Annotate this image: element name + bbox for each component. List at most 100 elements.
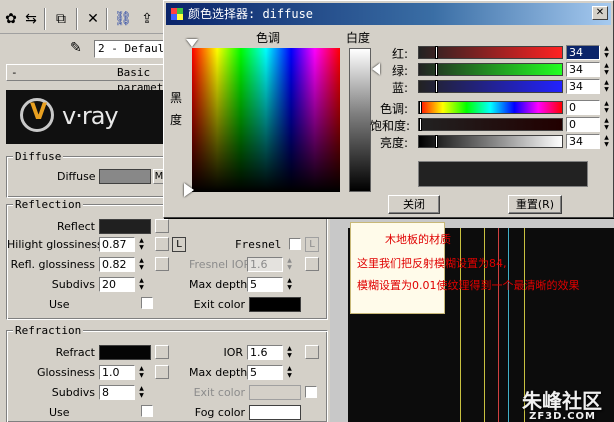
hue-spinner[interactable]: ▲ ▼ (602, 100, 611, 115)
fresnel-lock-button[interactable]: L (305, 237, 319, 252)
saturation-slider-thumb[interactable] (419, 118, 422, 131)
refl-subdivs-spinner[interactable]: ▲ ▼ (137, 277, 146, 292)
hue-blackness-field[interactable] (192, 48, 340, 192)
toolbar-separator (44, 8, 46, 30)
hue-slider[interactable] (418, 101, 563, 114)
hue-input[interactable]: 0 (566, 100, 600, 115)
diffuse-swatch[interactable] (99, 169, 151, 184)
red-input[interactable]: 34 (566, 45, 600, 60)
green-slider[interactable] (418, 63, 563, 76)
refl-exit-color-swatch[interactable] (249, 297, 301, 312)
delete-icon[interactable]: ✕ (84, 10, 102, 28)
refract-map-button[interactable] (155, 345, 169, 359)
fog-color-label: Fog color (194, 406, 245, 419)
green-slider-thumb[interactable] (435, 63, 438, 76)
refl-subdivs-input[interactable]: 20 (99, 277, 135, 292)
material-name-row: ✎ 2 - Default (0, 34, 184, 60)
refr-exit-color-checkbox[interactable] (305, 386, 317, 398)
blue-spinner[interactable]: ▲ ▼ (602, 79, 611, 94)
guide-line (508, 228, 509, 422)
refraction-group: Refraction Refract IOR 1.6 ▲ ▼ Glossiness… (6, 324, 328, 422)
green-label: 绿: (391, 64, 408, 78)
red-slider[interactable] (418, 46, 563, 59)
reflect-swatch[interactable] (99, 219, 151, 234)
refl-map-button[interactable] (155, 257, 169, 271)
fog-color-swatch[interactable] (249, 405, 301, 420)
hilight-map-button[interactable] (155, 237, 169, 251)
vray-logo-banner: V v·ray (6, 90, 164, 144)
close-icon[interactable]: ✕ (592, 6, 608, 20)
value-slider[interactable] (418, 135, 563, 148)
refl-max-depth-label: Max depth (189, 278, 248, 291)
refl-glossiness-input[interactable]: 0.82 (99, 257, 135, 272)
red-slider-thumb[interactable] (435, 46, 438, 59)
refr-subdivs-spinner[interactable]: ▲ ▼ (137, 385, 146, 400)
group-label: Reflection (13, 198, 84, 211)
hilight-glossiness-input[interactable]: 0.87 (99, 237, 135, 252)
put-to-library-icon[interactable]: ⇪ (138, 10, 156, 28)
refr-max-depth-label: Max depth (189, 366, 248, 379)
collapse-icon: - (11, 66, 18, 79)
saturation-slider[interactable] (418, 118, 563, 131)
hue-pointer-icon[interactable] (186, 39, 198, 47)
refract-swatch[interactable] (99, 345, 151, 360)
refr-subdivs-label: Subdivs (51, 386, 95, 399)
blackness-pointer-icon[interactable] (184, 183, 194, 197)
reflect-map-button[interactable] (155, 219, 169, 233)
fresnel-ior-map-button[interactable] (305, 257, 319, 271)
color-picker-dialog: 颜色选择器: diffuse ✕ 色调 白度 黑度 红: 34 ▲ ▼ 绿: 34… (163, 0, 614, 218)
fresnel-ior-input[interactable]: 1.6 (247, 257, 283, 272)
copy-material-icon[interactable]: ⧉ (52, 10, 70, 28)
red-label: 红: (391, 47, 408, 61)
refr-subdivs-input[interactable]: 8 (99, 385, 135, 400)
reflection-group: Reflection Reflect Hilight glossiness 0.… (6, 198, 328, 320)
refl-use-label: Use (49, 298, 70, 311)
color-preview (418, 161, 588, 187)
refl-glossiness-label: Refl. glossiness (10, 258, 95, 271)
refl-glossiness-spinner[interactable]: ▲ ▼ (137, 257, 146, 272)
green-input[interactable]: 34 (566, 62, 600, 77)
refl-max-depth-input[interactable]: 5 (247, 277, 283, 292)
refl-max-depth-spinner[interactable]: ▲ ▼ (285, 277, 294, 292)
hue-slider-thumb[interactable] (419, 101, 422, 114)
saturation-spinner[interactable]: ▲ ▼ (602, 117, 611, 132)
value-slider-thumb[interactable] (435, 135, 438, 148)
fresnel-checkbox[interactable] (289, 238, 301, 250)
ior-input[interactable]: 1.6 (247, 345, 283, 360)
refr-max-depth-input[interactable]: 5 (247, 365, 283, 380)
rollout-header[interactable]: - Basic parameters (6, 64, 183, 94)
get-material-icon[interactable]: ✿ (2, 10, 20, 28)
refr-glossiness-input[interactable]: 1.0 (99, 365, 135, 380)
ior-map-button[interactable] (305, 345, 319, 359)
refr-max-depth-spinner[interactable]: ▲ ▼ (285, 365, 294, 380)
value-spinner[interactable]: ▲ ▼ (602, 134, 611, 149)
hue-channel-label: 色调: (379, 102, 408, 116)
refr-use-checkbox[interactable] (141, 405, 153, 417)
refr-glossiness-spinner[interactable]: ▲ ▼ (137, 365, 146, 380)
saturation-input[interactable]: 0 (566, 117, 600, 132)
refl-use-checkbox[interactable] (141, 297, 153, 309)
red-spinner[interactable]: ▲ ▼ (602, 45, 611, 60)
refr-glossiness-map-button[interactable] (155, 365, 169, 379)
blue-slider[interactable] (418, 80, 563, 93)
blue-input[interactable]: 34 (566, 79, 600, 94)
reset-button[interactable]: 重置(R) (508, 195, 562, 214)
title-bar[interactable]: 颜色选择器: diffuse ✕ (166, 3, 611, 25)
hilight-glossiness-spinner[interactable]: ▲ ▼ (137, 237, 146, 252)
green-spinner[interactable]: ▲ ▼ (602, 62, 611, 77)
ior-spinner[interactable]: ▲ ▼ (285, 345, 294, 360)
refr-exit-color-swatch[interactable] (249, 385, 301, 400)
whiteness-label: 白度 (346, 31, 371, 45)
fresnel-ior-spinner[interactable]: ▲ ▼ (285, 257, 294, 272)
toolbar-separator (76, 8, 78, 30)
blue-slider-thumb[interactable] (435, 80, 438, 93)
make-unique-icon[interactable]: ⛓ (114, 10, 132, 28)
value-input[interactable]: 34 (566, 134, 600, 149)
put-to-scene-icon[interactable]: ⇆ (22, 10, 40, 28)
annotation-line-1: 木地板的材质 (385, 233, 451, 246)
diffuse-label: Diffuse (57, 170, 96, 183)
group-label: Diffuse (13, 150, 64, 163)
eyedropper-icon[interactable]: ✎ (70, 40, 82, 56)
hilight-lock-button[interactable]: L (172, 237, 186, 252)
close-button[interactable]: 关闭 (388, 195, 440, 214)
